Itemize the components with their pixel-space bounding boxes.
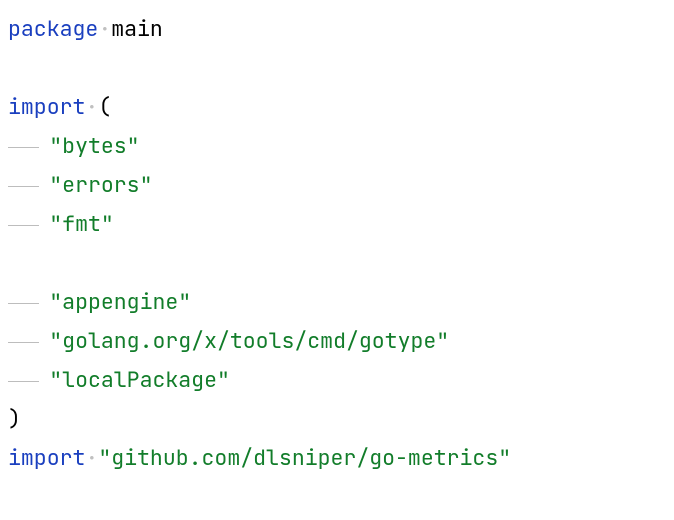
go-source-code: package·main import·( "bytes" "errors" "…: [0, 0, 674, 486]
import-path: "github.com/dlsniper/go-metrics": [98, 444, 511, 472]
import-path: "bytes": [49, 132, 139, 160]
open-paren: (: [98, 93, 111, 121]
whitespace-dot: ·: [98, 15, 111, 43]
indent-guide: [8, 127, 49, 166]
import-path: "appengine": [49, 288, 191, 316]
import-line: "errors": [8, 171, 152, 199]
whitespace-dot: ·: [85, 444, 98, 472]
whitespace-dot: ·: [85, 93, 98, 121]
line-import-single: import·"github.com/dlsniper/go-metrics": [8, 444, 511, 472]
import-line: "localPackage": [8, 366, 230, 394]
package-name: main: [111, 15, 163, 43]
close-paren: ): [8, 405, 21, 433]
keyword-import: import: [8, 444, 85, 472]
indent-guide: [8, 322, 49, 361]
line-import-open: import·(: [8, 93, 111, 121]
import-line: "appengine": [8, 288, 191, 316]
import-line: "bytes": [8, 132, 140, 160]
indent-guide: [8, 166, 49, 205]
line-import-close: ): [8, 405, 21, 433]
line-package: package·main: [8, 15, 163, 43]
keyword-package: package: [8, 15, 98, 43]
import-path: "golang.org/x/tools/cmd/gotype": [49, 327, 449, 355]
indent-guide: [8, 205, 49, 244]
indent-guide: [8, 283, 49, 322]
import-line: "fmt": [8, 210, 114, 238]
import-path: "errors": [49, 171, 152, 199]
import-line: "golang.org/x/tools/cmd/gotype": [8, 327, 449, 355]
import-path: "localPackage": [49, 366, 230, 394]
import-path: "fmt": [49, 210, 114, 238]
indent-guide: [8, 361, 49, 400]
keyword-import: import: [8, 93, 85, 121]
